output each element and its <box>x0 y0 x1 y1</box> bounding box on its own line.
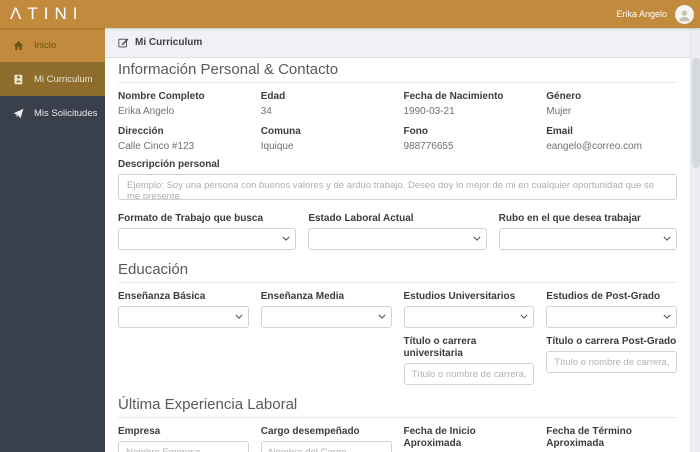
estudios-postgrado-select[interactable] <box>546 306 677 328</box>
field-label: Enseñanza Media <box>260 291 345 302</box>
field-estudios-universitarios: Estudios Universitarios <box>403 291 535 328</box>
top-header: ΛTINI Erika Angelo <box>0 0 700 28</box>
field-estudios-postgrado: Estudios de Post-Grado <box>546 291 677 328</box>
work-preference-selects: Formato de Trabajo que busca Estado Labo… <box>118 213 677 250</box>
cargo-input[interactable] <box>260 441 392 452</box>
field-value: 34 <box>260 106 272 117</box>
rubo-select[interactable] <box>498 228 677 250</box>
scrollbar-thumb[interactable] <box>692 58 700 168</box>
field-direccion: Dirección Calle Cinco #123 <box>118 126 249 153</box>
descripcion-personal-textarea[interactable] <box>118 174 677 200</box>
field-value: Mujer <box>546 106 572 117</box>
field-email: Email eangelo@correo.com <box>546 126 677 153</box>
sidebar-item-label: Mi Curriculum <box>34 73 93 85</box>
sidebar-item-mis-solicitudes[interactable]: Mis Solicitudes <box>0 96 105 130</box>
field-label: Rubo en el que desea trabajar <box>498 213 641 224</box>
field-fono: Fono 988776655 <box>404 126 535 153</box>
field-estado-laboral: Estado Laboral Actual <box>308 213 487 250</box>
app-window: ΛTINI Erika Angelo Inicio Mi Curriculum <box>0 0 700 452</box>
field-label: Fecha de Nacimiento <box>403 91 504 102</box>
field-comuna: Comuna Iquique <box>261 126 392 153</box>
field-label: Empresa <box>118 426 161 437</box>
field-formato-trabajo: Formato de Trabajo que busca <box>118 213 297 250</box>
field-fecha-nacimiento: Fecha de Nacimiento 1990-03-21 <box>404 91 535 118</box>
main-content: Información Personal & Contacto Nombre C… <box>105 58 690 452</box>
field-label: Nombre Completo <box>118 91 205 102</box>
field-titulo-postgrado: Título o carrera Post-Grado <box>546 336 677 385</box>
header-user-area: Erika Angelo <box>616 4 700 24</box>
experience-grid: Empresa Cargo desempeñado Fecha de Inici… <box>118 426 677 452</box>
titulo-universitario-input[interactable] <box>403 363 535 385</box>
field-nombre-completo: Nombre Completo Erika Angelo <box>118 91 249 118</box>
empresa-input[interactable] <box>118 441 249 452</box>
education-grid: Enseñanza Básica Enseñanza Media Estudio… <box>118 291 677 385</box>
field-value: 988776655 <box>403 141 454 152</box>
field-ensenanza-basica: Enseñanza Básica <box>118 291 249 328</box>
breadcrumb: Mi Curriculum <box>105 28 690 58</box>
section-title-experiencia: Última Experiencia Laboral <box>118 393 677 418</box>
field-label: Estado Laboral Actual <box>308 213 414 224</box>
home-icon <box>13 40 24 51</box>
field-rubo: Rubo en el que desea trabajar <box>498 213 677 250</box>
field-ensenanza-media: Enseñanza Media <box>260 291 392 328</box>
sidebar-item-label: Inicio <box>34 39 57 51</box>
field-label: Fono <box>403 126 428 137</box>
user-avatar[interactable] <box>675 4 694 24</box>
descripcion-personal-label: Descripción personal <box>118 159 220 170</box>
ensenanza-media-select[interactable] <box>260 306 392 328</box>
estado-laboral-select[interactable] <box>308 228 487 250</box>
sidebar: Inicio Mi Curriculum Mis Solicitudes <box>0 28 105 452</box>
titulo-postgrado-input[interactable] <box>546 351 677 373</box>
field-label: Formato de Trabajo que busca <box>118 213 264 224</box>
breadcrumb-label: Mi Curriculum <box>135 37 203 48</box>
sidebar-item-inicio[interactable]: Inicio <box>0 28 105 62</box>
sidebar-item-label: Mis Solicitudes <box>34 107 98 119</box>
field-value: 1990-03-21 <box>403 106 455 117</box>
app-logo: ΛTINI <box>10 4 84 23</box>
estudios-universitarios-select[interactable] <box>403 306 535 328</box>
section-title-personal: Información Personal & Contacto <box>118 58 677 83</box>
formato-trabajo-select[interactable] <box>118 228 297 250</box>
field-value: eangelo@correo.com <box>546 141 643 152</box>
field-empresa: Empresa <box>118 426 249 452</box>
field-label: Estudios Universitarios <box>403 291 516 302</box>
field-label: Edad <box>260 91 286 102</box>
field-cargo: Cargo desempeñado <box>260 426 392 452</box>
field-value: Iquique <box>260 141 294 152</box>
field-fecha-termino: Fecha de Término Aproximada dd/mm/aaaa <box>546 426 677 452</box>
field-label: Email <box>546 126 573 137</box>
field-titulo-universitario: Título o carrera universitaria <box>403 336 535 385</box>
user-name[interactable]: Erika Angelo <box>616 9 667 19</box>
field-edad: Edad 34 <box>261 91 392 118</box>
edit-icon <box>118 37 129 48</box>
field-label: Fecha de Inicio Aproximada <box>403 426 476 449</box>
field-label: Título o carrera universitaria <box>403 336 477 359</box>
field-label: Enseñanza Básica <box>118 291 206 302</box>
person-icon <box>679 10 690 22</box>
field-genero: Género Mujer <box>546 91 677 118</box>
field-label: Cargo desempeñado <box>260 426 360 437</box>
field-value: Calle Cinco #123 <box>118 141 195 152</box>
sidebar-item-mi-curriculum[interactable]: Mi Curriculum <box>0 62 105 96</box>
curriculum-icon <box>13 74 24 85</box>
field-label: Dirección <box>118 126 164 137</box>
field-value: Erika Angelo <box>118 106 175 117</box>
field-label: Género <box>546 91 582 102</box>
ensenanza-basica-select[interactable] <box>118 306 249 328</box>
paper-plane-icon <box>13 108 24 119</box>
personal-fields-grid: Nombre Completo Erika Angelo Edad 34 Fec… <box>118 91 677 153</box>
field-fecha-inicio: Fecha de Inicio Aproximada dd/mm/aaaa <box>404 426 535 452</box>
vertical-scrollbar[interactable] <box>690 28 700 452</box>
field-label: Título o carrera Post-Grado <box>546 336 677 347</box>
field-label: Comuna <box>260 126 301 137</box>
field-label: Fecha de Término Aproximada <box>546 426 632 449</box>
field-label: Estudios de Post-Grado <box>546 291 661 302</box>
section-title-educacion: Educación <box>118 258 677 283</box>
